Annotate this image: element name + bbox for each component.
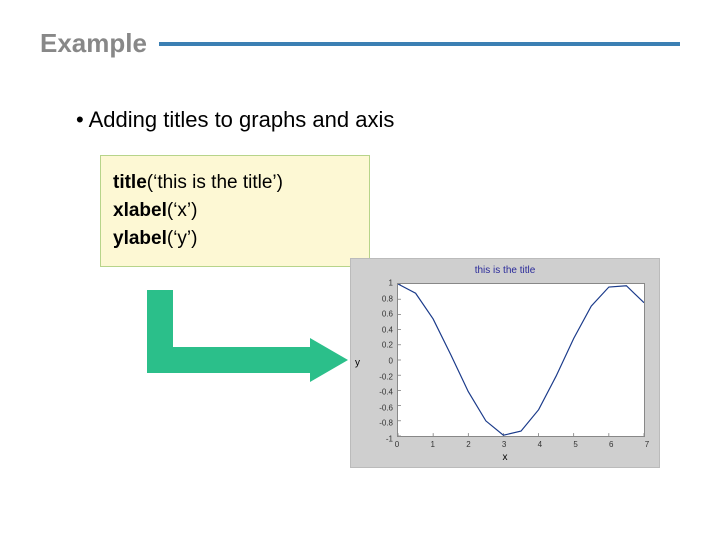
chart-xtick: 3 <box>502 440 506 449</box>
chart-ytick: -0.4 <box>369 388 393 397</box>
chart-figure: this is the title y x -1 -0.8 -0.6 -0.4 -0.2… <box>350 258 660 468</box>
chart-xtick: 1 <box>430 440 434 449</box>
code-keyword: xlabel <box>113 200 167 221</box>
chart-xlabel: x <box>351 452 659 463</box>
chart-ytick: 0.2 <box>369 341 393 350</box>
chart-ytick: -0.8 <box>369 419 393 428</box>
arrow-icon <box>140 290 360 415</box>
chart-ylabel: y <box>355 358 360 369</box>
code-args: (‘y’) <box>167 228 198 249</box>
chart-ytick: 0.8 <box>369 294 393 303</box>
slide-header: Example <box>0 0 720 59</box>
code-args: (‘x’) <box>167 200 198 221</box>
chart-xtick: 4 <box>538 440 542 449</box>
bullet-item: • Adding titles to graphs and axis <box>0 59 720 133</box>
chart-ytick: -1 <box>369 435 393 444</box>
header-rule <box>159 42 680 46</box>
chart-ytick: -0.2 <box>369 372 393 381</box>
code-line-1: title(‘this is the title’) <box>113 172 357 194</box>
code-line-2: xlabel(‘x’) <box>113 200 357 222</box>
code-box: title(‘this is the title’) xlabel(‘x’) y… <box>100 155 370 267</box>
code-keyword: ylabel <box>113 228 167 249</box>
code-line-3: ylabel(‘y’) <box>113 228 357 250</box>
code-keyword: title <box>113 172 147 193</box>
slide-title: Example <box>40 28 147 59</box>
chart-xtick: 5 <box>573 440 577 449</box>
chart-ytick: 1 <box>369 279 393 288</box>
bullet-marker: • <box>76 107 89 132</box>
chart-ytick: 0.6 <box>369 310 393 319</box>
chart-ytick: -0.6 <box>369 403 393 412</box>
chart-title: this is the title <box>351 265 659 276</box>
chart-ytick: 0 <box>369 357 393 366</box>
code-args: (‘this is the title’) <box>147 172 283 193</box>
chart-axes <box>397 283 645 437</box>
chart-xtick: 2 <box>466 440 470 449</box>
chart-xtick: 7 <box>645 440 649 449</box>
chart-ytick: 0.4 <box>369 325 393 334</box>
chart-xtick: 0 <box>395 440 399 449</box>
chart-xtick: 6 <box>609 440 613 449</box>
bullet-text: Adding titles to graphs and axis <box>89 107 395 132</box>
chart-plot <box>398 284 644 436</box>
